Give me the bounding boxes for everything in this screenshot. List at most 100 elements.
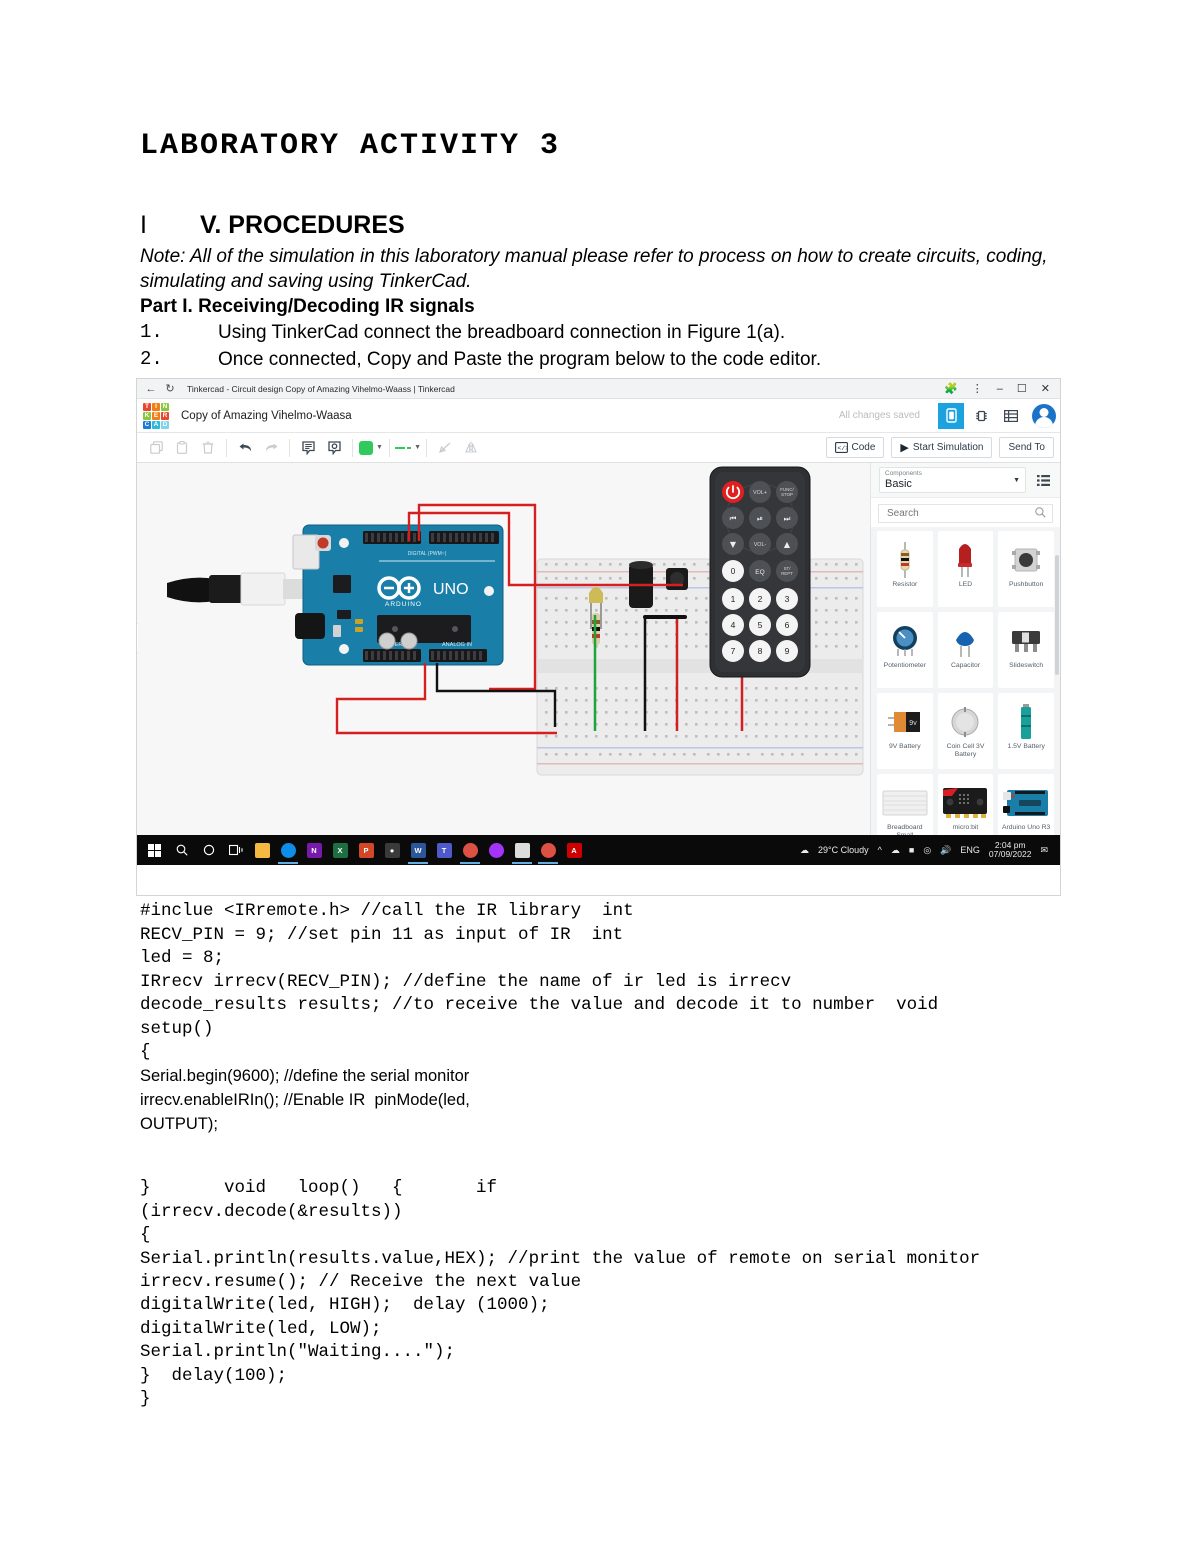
component-tile[interactable]: micro:bit bbox=[937, 774, 994, 836]
notification-icon[interactable]: ✉ bbox=[1040, 845, 1048, 856]
tinkercad-logo[interactable]: T I N K E R C A D bbox=[143, 402, 169, 429]
word-icon[interactable]: W bbox=[405, 836, 431, 865]
battery-9v-icon: 9v bbox=[886, 701, 924, 743]
reload-icon[interactable]: ↻ bbox=[162, 381, 178, 397]
delete-icon[interactable] bbox=[195, 437, 221, 459]
wire-color-swatch[interactable]: ▼ bbox=[358, 437, 384, 459]
wire-style-dropdown[interactable]: ▼ bbox=[395, 437, 421, 459]
search-box[interactable] bbox=[878, 504, 1053, 524]
list-view-icon[interactable] bbox=[998, 403, 1024, 429]
design-name[interactable]: Copy of Amazing Vihelmo-Waasa bbox=[181, 410, 352, 422]
embedded-screenshot: ← ↻ Tinkercad - Circuit design Copy of A… bbox=[136, 378, 1061, 897]
search-input[interactable] bbox=[885, 507, 1035, 521]
puzzle-piece-icon[interactable]: 🧩 bbox=[944, 382, 958, 395]
component-tile[interactable]: Breadboard Small bbox=[877, 774, 933, 836]
step-number: 2. bbox=[140, 347, 163, 370]
volume-icon[interactable]: 🔊 bbox=[940, 845, 951, 856]
wifi-icon[interactable]: ◎ bbox=[923, 845, 931, 856]
component-label: Slideswitch bbox=[1009, 662, 1044, 670]
minimize-icon[interactable]: – bbox=[997, 383, 1003, 395]
language-indicator[interactable]: ENG bbox=[960, 845, 980, 855]
circuit-canvas[interactable]: DIGITAL (PWM~) UNO ARDUINO ANALOG IN VOL… bbox=[137, 463, 1060, 836]
search-icon[interactable] bbox=[1035, 507, 1046, 520]
component-tile[interactable]: Coin Cell 3V Battery bbox=[937, 693, 994, 770]
chrome-canary-icon[interactable] bbox=[535, 836, 561, 865]
component-tile[interactable]: Slideswitch bbox=[998, 612, 1054, 689]
foxit-icon[interactable]: ● bbox=[379, 836, 405, 864]
redo-icon[interactable] bbox=[258, 437, 284, 459]
jumper-black bbox=[643, 615, 687, 620]
taskbar-clock[interactable]: 2:04 pm 07/09/2022 bbox=[989, 840, 1032, 861]
code-mono-block-2: } void loop() { if (irrecv.decode(&resul… bbox=[140, 1178, 981, 1410]
user-avatar[interactable] bbox=[1032, 403, 1056, 428]
board-brand-label: ARDUINO bbox=[385, 601, 422, 608]
chrome-icon[interactable] bbox=[457, 836, 483, 865]
save-status: All changes saved bbox=[838, 410, 920, 422]
component-tile[interactable]: 9v 9V Battery bbox=[877, 693, 933, 770]
component-tile[interactable]: 1.5V Battery bbox=[998, 693, 1054, 770]
start-simulation-button[interactable]: ▶ Start Simulation bbox=[891, 437, 993, 459]
undo-icon[interactable] bbox=[232, 437, 258, 459]
close-icon[interactable]: ✕ bbox=[1041, 382, 1050, 395]
components-category-select[interactable]: Components Basic ▼ bbox=[879, 467, 1026, 494]
coincell-icon bbox=[949, 701, 981, 743]
capacitor-icon bbox=[952, 620, 978, 662]
component-tile[interactable]: Resistor bbox=[877, 531, 933, 608]
svg-text:REPT: REPT bbox=[781, 571, 793, 576]
components-view-icon[interactable] bbox=[938, 402, 964, 429]
components-select-value: Basic bbox=[885, 478, 912, 491]
tinkercad-appbar: T I N K E R C A D Copy of Amazing Vihelm… bbox=[137, 399, 1060, 434]
panel-search-row bbox=[871, 498, 1060, 528]
components-grid[interactable]: Resistor LED Pushbutton Potentiometer Ca… bbox=[871, 527, 1060, 836]
rotate-icon[interactable] bbox=[432, 437, 458, 459]
send-to-label: Send To bbox=[1008, 442, 1045, 454]
start-icon[interactable] bbox=[141, 836, 168, 864]
paste-icon[interactable] bbox=[169, 437, 195, 459]
cortana-icon[interactable] bbox=[195, 836, 222, 864]
three-dots-menu-icon[interactable]: ⋮ bbox=[972, 382, 983, 395]
photos-icon[interactable] bbox=[509, 836, 535, 865]
teamviewer-icon[interactable] bbox=[275, 836, 301, 865]
microbit-icon bbox=[942, 782, 988, 824]
step-text: Once connected, Copy and Paste the progr… bbox=[218, 348, 822, 370]
board-analog-label: ANALOG IN bbox=[442, 642, 472, 648]
copy-icon[interactable] bbox=[143, 437, 169, 459]
chevron-up-icon[interactable]: ^ bbox=[878, 845, 882, 855]
file-explorer-icon[interactable] bbox=[249, 836, 275, 864]
code-button[interactable]: </> Code bbox=[825, 437, 885, 459]
powerpoint-icon[interactable]: P bbox=[353, 836, 379, 864]
document-body: LABORATORY ACTIVITY 3 I V. PROCEDURES No… bbox=[136, 130, 1085, 1412]
back-arrow-icon[interactable]: ← bbox=[143, 381, 159, 397]
component-tile[interactable]: Capacitor bbox=[937, 612, 994, 689]
ir-remote-control[interactable]: VOL+ FUNC/ STOP ⏮ ⏯ ⏭ ▼ VOL- ▲ 0 EQ ST/ … bbox=[709, 466, 811, 680]
browser-tab-title[interactable]: Tinkercad - Circuit design Copy of Amazi… bbox=[187, 384, 455, 394]
component-tile[interactable]: LED bbox=[937, 531, 994, 608]
adobe-reader-icon[interactable]: A bbox=[561, 836, 587, 864]
search-icon[interactable] bbox=[168, 836, 195, 864]
weather-label[interactable]: 29°C Cloudy bbox=[818, 845, 869, 855]
chip-view-icon[interactable] bbox=[968, 403, 994, 429]
svg-text:STOP: STOP bbox=[781, 492, 793, 497]
maximize-icon[interactable]: ☐ bbox=[1017, 382, 1027, 395]
panel-scrollbar-thumb[interactable] bbox=[1055, 555, 1059, 676]
canvas-workspace[interactable]: DIGITAL (PWM~) UNO ARDUINO ANALOG IN VOL… bbox=[137, 463, 870, 836]
send-to-button[interactable]: Send To bbox=[999, 437, 1054, 459]
teams-icon[interactable]: T bbox=[431, 836, 457, 864]
component-tile[interactable]: Potentiometer bbox=[877, 612, 933, 689]
mirror-icon[interactable] bbox=[458, 437, 484, 459]
onedrive-icon[interactable]: ☁ bbox=[891, 845, 900, 856]
component-tile[interactable]: Arduino Uno R3 bbox=[998, 774, 1054, 836]
excel-icon[interactable]: X bbox=[327, 836, 353, 864]
document-page: LABORATORY ACTIVITY 3 I V. PROCEDURES No… bbox=[0, 0, 1200, 1553]
chevron-right-icon[interactable]: ❯ bbox=[137, 623, 138, 654]
board-model-label: UNO bbox=[433, 581, 469, 598]
battery-icon[interactable]: ■ bbox=[909, 845, 914, 855]
list-view-icon[interactable] bbox=[1032, 474, 1054, 486]
svg-text:9: 9 bbox=[785, 646, 790, 656]
messenger-icon[interactable] bbox=[483, 836, 509, 864]
onenote-icon[interactable]: N bbox=[301, 836, 327, 864]
notes-icon[interactable] bbox=[295, 437, 321, 459]
component-tile[interactable]: Pushbutton bbox=[998, 531, 1054, 608]
task-view-icon[interactable] bbox=[222, 836, 249, 864]
comment-icon[interactable] bbox=[321, 437, 347, 459]
